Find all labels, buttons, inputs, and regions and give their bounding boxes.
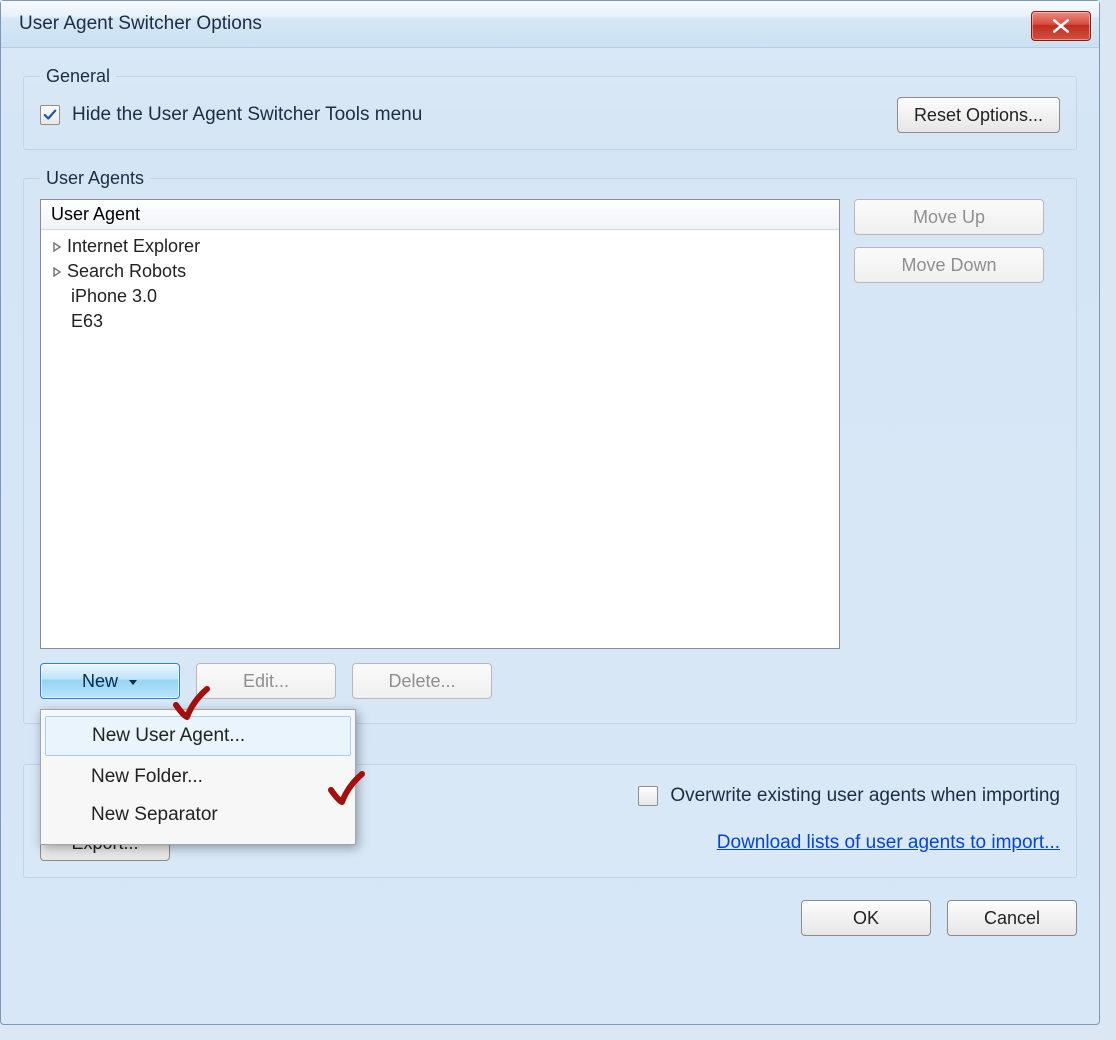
user-agent-list: Internet Explorer Search Robots iPhone 3…: [41, 230, 839, 338]
general-legend: General: [40, 66, 116, 87]
tree-item[interactable]: Internet Explorer: [41, 234, 839, 259]
hide-tools-menu-label: Hide the User Agent Switcher Tools menu: [72, 104, 422, 126]
download-lists-link[interactable]: Download lists of user agents to import.…: [717, 832, 1060, 854]
new-button[interactable]: New: [40, 663, 180, 699]
overwrite-checkbox[interactable]: [638, 786, 658, 806]
user-agent-tree[interactable]: User Agent Internet Explorer: [40, 199, 840, 649]
window-title: User Agent Switcher Options: [19, 13, 262, 35]
tree-item-label: Search Robots: [67, 261, 186, 282]
move-up-button[interactable]: Move Up: [854, 199, 1044, 235]
tree-item-label: E63: [71, 311, 103, 332]
expand-icon[interactable]: [51, 266, 63, 278]
dialog-body: General Hide the User Agent Switcher Too…: [1, 48, 1099, 1025]
edit-button[interactable]: Edit...: [196, 663, 336, 699]
tree-item[interactable]: iPhone 3.0: [41, 284, 839, 309]
new-button-label: New: [82, 671, 118, 692]
hide-tools-menu-checkbox[interactable]: [40, 105, 60, 125]
checkmark-icon: [43, 108, 57, 122]
menu-item-new-separator[interactable]: New Separator: [43, 796, 353, 834]
tree-item[interactable]: E63: [41, 309, 839, 334]
expand-icon[interactable]: [51, 241, 63, 253]
move-down-button[interactable]: Move Down: [854, 247, 1044, 283]
dropdown-caret-icon: [128, 671, 138, 692]
options-dialog: User Agent Switcher Options General Hide…: [0, 0, 1100, 1025]
tree-item-label: iPhone 3.0: [71, 286, 157, 307]
reset-options-button[interactable]: Reset Options...: [897, 97, 1060, 133]
tree-item-label: Internet Explorer: [67, 236, 200, 257]
overwrite-label: Overwrite existing user agents when impo…: [670, 785, 1060, 807]
ok-button[interactable]: OK: [801, 900, 931, 936]
user-agents-legend: User Agents: [40, 168, 150, 189]
cancel-button[interactable]: Cancel: [947, 900, 1077, 936]
user-agents-group: User Agents User Agent Internet Explorer: [23, 168, 1077, 724]
titlebar: User Agent Switcher Options: [1, 1, 1099, 48]
close-button[interactable]: [1031, 11, 1091, 41]
menu-item-new-user-agent[interactable]: New User Agent...: [45, 716, 351, 756]
close-icon: [1052, 19, 1070, 33]
new-dropdown-menu: New User Agent... New Folder... New Sepa…: [40, 709, 356, 845]
tree-item[interactable]: Search Robots: [41, 259, 839, 284]
dialog-footer: OK Cancel: [23, 900, 1077, 936]
general-group: General Hide the User Agent Switcher Too…: [23, 66, 1077, 150]
user-agent-tree-header: User Agent: [41, 200, 839, 230]
delete-button[interactable]: Delete...: [352, 663, 492, 699]
menu-item-new-folder[interactable]: New Folder...: [43, 758, 353, 796]
